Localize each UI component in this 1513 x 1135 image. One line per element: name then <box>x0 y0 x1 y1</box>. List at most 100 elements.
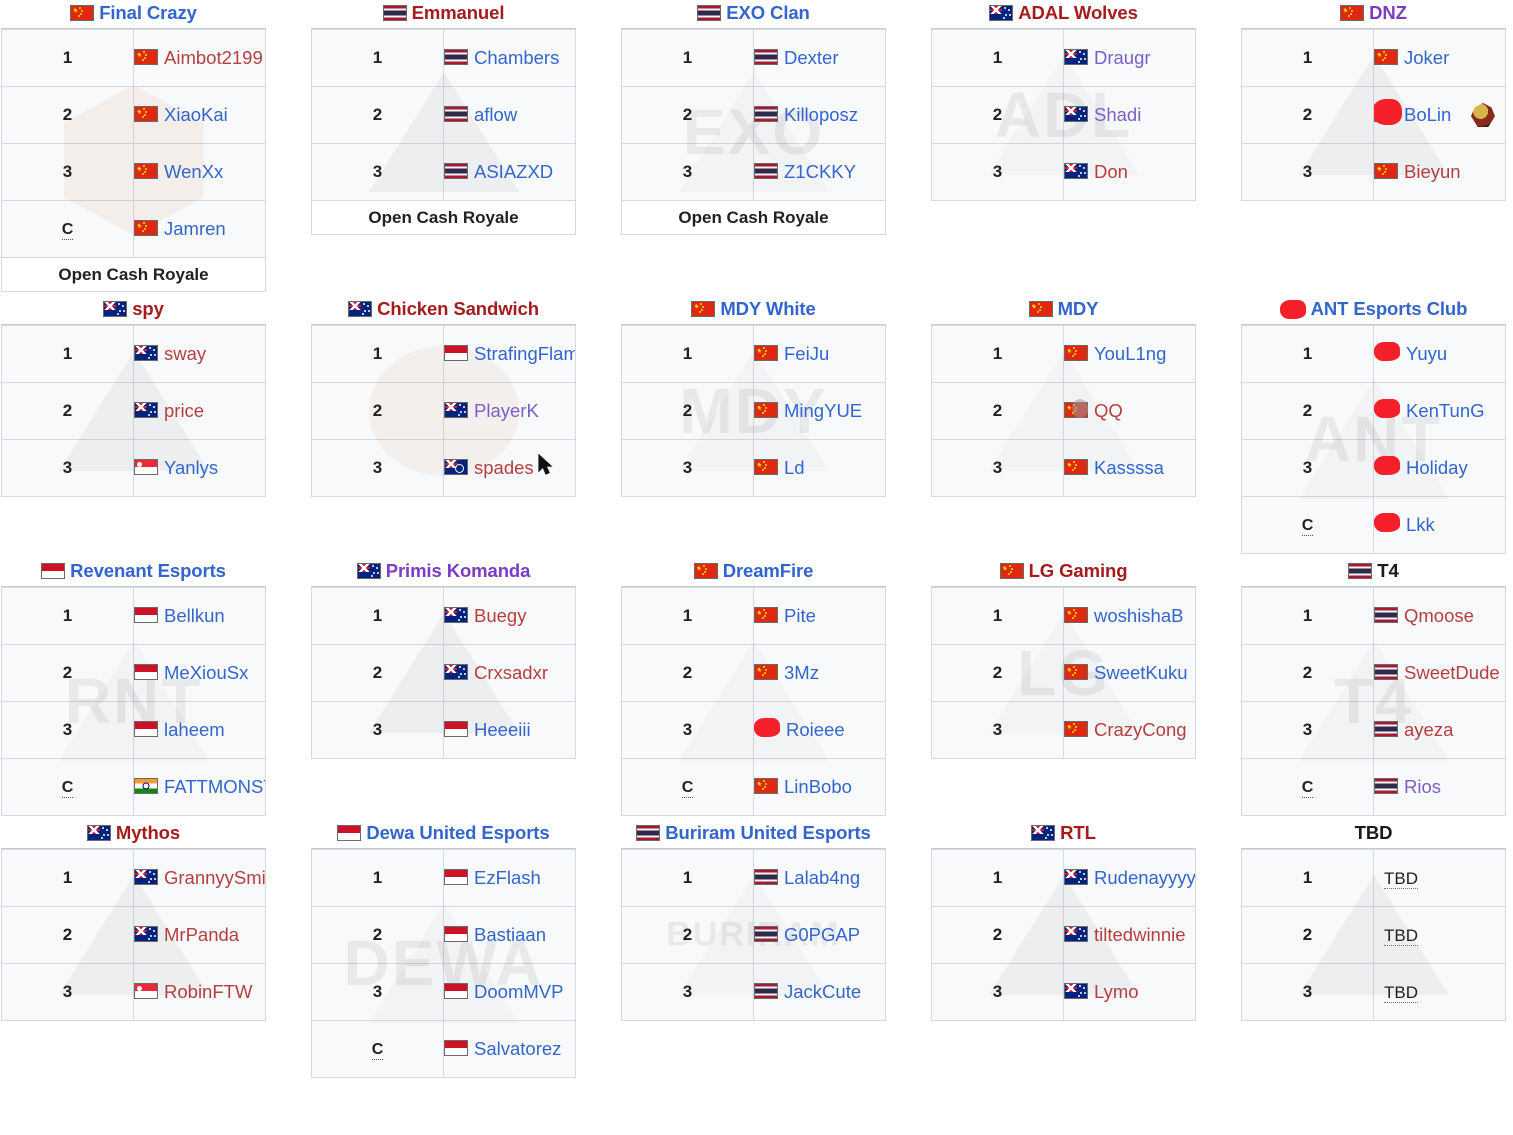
team-title[interactable]: DNZ <box>1241 0 1506 28</box>
team-title[interactable]: MDY White <box>621 296 886 324</box>
player-name-link[interactable]: Heeeiii <box>474 720 531 741</box>
player-name-link[interactable]: Z1CKKY <box>784 162 856 183</box>
player-name-link[interactable]: Rios <box>1404 777 1441 798</box>
team-name-link[interactable]: TBD <box>1355 822 1393 843</box>
player-name-link[interactable]: Holiday <box>1406 458 1468 479</box>
player-name-link[interactable]: Pite <box>784 606 816 627</box>
player-name-link[interactable]: YouL1ng <box>1094 344 1166 365</box>
team-name-link[interactable]: Chicken Sandwich <box>377 298 539 319</box>
player-name-link[interactable]: Bieyun <box>1404 162 1461 183</box>
player-name-link[interactable]: SweetKuku <box>1094 663 1188 684</box>
player-name-link[interactable]: XiaoKai <box>164 105 228 126</box>
team-title[interactable]: spy <box>1 296 266 324</box>
player-name-link[interactable]: woshishaB <box>1094 606 1183 627</box>
team-name-link[interactable]: MDY <box>1058 298 1099 319</box>
player-name-link[interactable]: Bastiaan <box>474 925 546 946</box>
team-name-link[interactable]: Final Crazy <box>99 2 197 23</box>
player-name-link[interactable]: Ld <box>784 458 805 479</box>
team-name-link[interactable]: ANT Esports Club <box>1311 298 1468 319</box>
player-name-link[interactable]: DoomMVP <box>474 982 563 1003</box>
player-name-link[interactable]: ayeza <box>1404 720 1453 741</box>
team-title[interactable]: Final Crazy <box>1 0 266 28</box>
player-name-link[interactable]: G0PGAP <box>784 925 860 946</box>
team-name-link[interactable]: LG Gaming <box>1029 560 1128 581</box>
player-name-link[interactable]: sway <box>164 344 206 365</box>
team-name-link[interactable]: Emmanuel <box>412 2 505 23</box>
player-name-link[interactable]: PlayerK <box>474 401 539 422</box>
player-name-link[interactable]: KenTunG <box>1406 401 1485 422</box>
player-name-link[interactable]: BoLin <box>1404 105 1451 126</box>
team-title[interactable]: ANT Esports Club <box>1241 296 1506 324</box>
team-name-link[interactable]: RTL <box>1060 822 1096 843</box>
player-name-link[interactable]: WenXx <box>164 162 223 183</box>
player-name-link[interactable]: Qmoose <box>1404 606 1474 627</box>
team-title[interactable]: RTL <box>931 820 1196 848</box>
player-name-link[interactable]: SweetDude <box>1404 663 1500 684</box>
player-name-link[interactable]: aflow <box>474 105 517 126</box>
player-name-link[interactable]: Killoposz <box>784 105 858 126</box>
team-name-link[interactable]: DreamFire <box>723 560 814 581</box>
player-name-link[interactable]: CrazyCong <box>1094 720 1187 741</box>
player-name-link[interactable]: Lymo <box>1094 982 1139 1003</box>
player-name-link[interactable]: JackCute <box>784 982 861 1003</box>
player-name-link[interactable]: Don <box>1094 162 1128 183</box>
team-name-link[interactable]: MDY White <box>720 298 815 319</box>
team-name-link[interactable]: Revenant Esports <box>70 560 226 581</box>
team-name-link[interactable]: Buriram United Esports <box>665 822 871 843</box>
player-name-link[interactable]: Yuyu <box>1406 344 1447 365</box>
player-name-link[interactable]: Lalab4ng <box>784 868 860 889</box>
player-name-link[interactable]: Crxsadxr <box>474 663 548 684</box>
team-title[interactable]: ADAL Wolves <box>931 0 1196 28</box>
team-title[interactable]: Mythos <box>1 820 266 848</box>
team-title[interactable]: Primis Komanda <box>311 558 576 586</box>
player-name-link[interactable]: Lkk <box>1406 515 1435 536</box>
team-name-link[interactable]: Primis Komanda <box>386 560 531 581</box>
player-name-link[interactable]: FeiJu <box>784 344 829 365</box>
team-name-link[interactable]: T4 <box>1377 560 1398 581</box>
player-name-link[interactable]: Buegy <box>474 606 526 627</box>
player-name-link[interactable]: LinBobo <box>784 777 852 798</box>
player-name-link[interactable]: ASIAZXD <box>474 162 553 183</box>
player-name-link[interactable]: Draugr <box>1094 48 1151 69</box>
team-title[interactable]: Dewa United Esports <box>311 820 576 848</box>
team-name-link[interactable]: Mythos <box>116 822 180 843</box>
player-name-link[interactable]: laheem <box>164 720 225 741</box>
player-name-link[interactable]: Dexter <box>784 48 839 69</box>
player-name-link[interactable]: 3Mz <box>784 663 819 684</box>
team-name-link[interactable]: DNZ <box>1369 2 1407 23</box>
player-name-link[interactable]: FATTMONSTER <box>164 777 265 798</box>
team-title[interactable]: TBD <box>1241 820 1506 848</box>
team-title[interactable]: Buriram United Esports <box>621 820 886 848</box>
player-name-link[interactable]: Shadi <box>1094 105 1141 126</box>
player-name-link[interactable]: price <box>164 401 204 422</box>
team-name-link[interactable]: spy <box>132 298 164 319</box>
team-name-link[interactable]: EXO Clan <box>726 2 810 23</box>
team-title[interactable]: DreamFire <box>621 558 886 586</box>
player-name-link[interactable]: spades <box>474 458 534 479</box>
player-name-link[interactable]: QQ <box>1094 401 1123 422</box>
player-name-link[interactable]: MrPanda <box>164 925 239 946</box>
player-name-link[interactable]: TBD <box>1384 983 1418 1004</box>
player-name-link[interactable]: EzFlash <box>474 868 541 889</box>
player-name-link[interactable]: Chambers <box>474 48 559 69</box>
team-title[interactable]: Chicken Sandwich <box>311 296 576 324</box>
team-title[interactable]: T4 <box>1241 558 1506 586</box>
team-title[interactable]: Emmanuel <box>311 0 576 28</box>
team-name-link[interactable]: Dewa United Esports <box>366 822 549 843</box>
player-name-link[interactable]: RobinFTW <box>164 982 252 1003</box>
player-name-link[interactable]: TBD <box>1384 926 1418 947</box>
player-name-link[interactable]: tiltedwinnie <box>1094 925 1186 946</box>
player-name-link[interactable]: Salvatorez <box>474 1039 561 1060</box>
team-title[interactable]: Revenant Esports <box>1 558 266 586</box>
player-name-link[interactable]: Rudenayyyyy <box>1094 868 1195 889</box>
player-name-link[interactable]: Roieee <box>786 720 845 741</box>
player-name-link[interactable]: Yanlys <box>164 458 218 479</box>
player-name-link[interactable]: Jamren <box>164 219 226 240</box>
player-name-link[interactable]: MeXiouSx <box>164 663 248 684</box>
team-title[interactable]: MDY <box>931 296 1196 324</box>
player-name-link[interactable]: Kassssa <box>1094 458 1164 479</box>
player-name-link[interactable]: StrafingFlame <box>474 344 575 365</box>
player-name-link[interactable]: Aimbot2199 <box>164 48 263 69</box>
team-title[interactable]: EXO Clan <box>621 0 886 28</box>
player-name-link[interactable]: Bellkun <box>164 606 225 627</box>
